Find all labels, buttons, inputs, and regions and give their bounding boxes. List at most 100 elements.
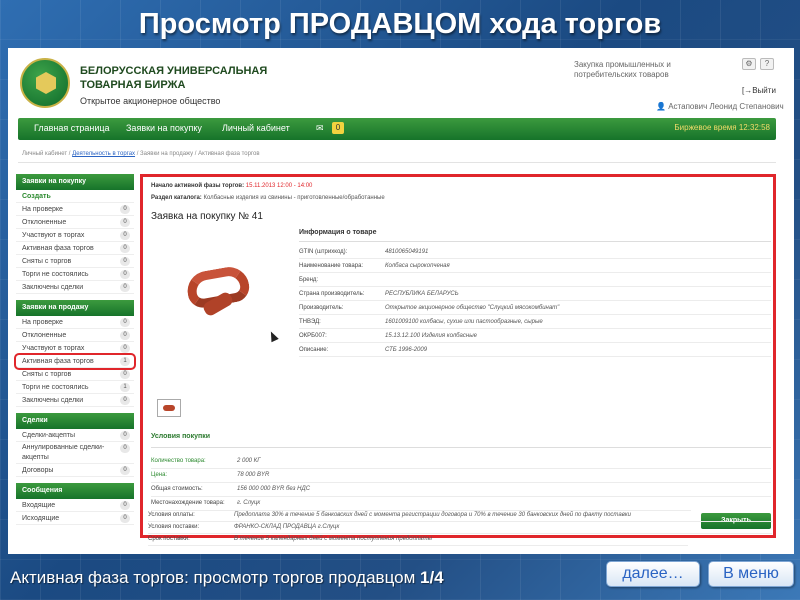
mail-icon[interactable]: ✉ xyxy=(316,123,324,134)
sidebar-item-label: Заключены сделки xyxy=(22,397,84,404)
divider xyxy=(299,241,771,242)
sidebar-heading-deals[interactable]: Сделки xyxy=(16,413,134,429)
count-badge: 0 xyxy=(120,231,130,240)
sidebar-item[interactable]: Торги не состоялись 1 xyxy=(16,381,134,394)
count-badge: 0 xyxy=(120,205,130,214)
info-row: ОКРБ007: 15.13.12.100 Изделия колбасные xyxy=(299,331,771,343)
sidebar-item-label: Исходящие xyxy=(22,515,60,522)
conditions-title: Условия покупки xyxy=(151,433,211,440)
count-badge: 0 xyxy=(120,370,130,379)
condition-key: Условия поставки: xyxy=(148,524,200,530)
phase-start-value: 15.11.2013 12:00 - 14:00 xyxy=(245,183,313,189)
sidebar-item-label: Заключены сделки xyxy=(22,284,84,291)
condition-key: Местонахождение товара: xyxy=(151,500,225,506)
info-row: Производитель: Открытое акционерное общес… xyxy=(299,303,771,315)
phase-start-label: Начало активной фазы торгов: xyxy=(151,183,245,189)
condition-row: Местонахождение товара: г. Слуцк xyxy=(151,497,691,511)
breadcrumb-part: / Заявки на продажу / Активная фаза торг… xyxy=(136,151,260,157)
count-badge: 1 xyxy=(120,383,130,392)
condition-value: 78 000 BYR xyxy=(237,472,270,478)
count-badge: 0 xyxy=(120,244,130,253)
sidebar-item-label: Сняты с торгов xyxy=(22,258,72,265)
condition-row: Срок поставки: В течение 5 календарных дн… xyxy=(148,534,688,546)
condition-key: Условия оплаты: xyxy=(148,512,195,518)
info-key: Производитель: xyxy=(299,305,344,311)
divider xyxy=(18,162,776,163)
condition-key: Общая стоимость: xyxy=(151,486,203,492)
user-name: 👤 Астапович Леонид Степанович xyxy=(656,102,784,111)
logout-link[interactable]: [→Выйти xyxy=(742,86,776,95)
sidebar-item[interactable]: Активная фаза торгов 0 xyxy=(16,242,134,255)
condition-value: 156 000 000 BYR без НДС xyxy=(237,486,311,492)
sidebar-item[interactable]: Исходящие 0 xyxy=(16,512,134,525)
count-badge: 0 xyxy=(120,283,130,292)
sidebar-item[interactable]: Заключены сделки 0 xyxy=(16,394,134,407)
sidebar-item-active-phase-selected[interactable]: Активная фаза торгов 1 xyxy=(14,353,136,370)
caption-text: Активная фаза торгов: просмотр торгов пр… xyxy=(10,568,416,587)
sidebar-heading-messages[interactable]: Сообщения xyxy=(16,483,134,499)
info-value: РЕСПУБЛИКА БЕЛАРУСЬ xyxy=(385,291,459,297)
condition-row: Условия поставки: ФРАНКО-СКЛАД ПРОДАВЦА г… xyxy=(148,522,772,534)
sidebar-item-label: На проверке xyxy=(22,206,63,213)
sidebar-item[interactable]: Отклоненные 0 xyxy=(16,216,134,229)
info-key: Наименование товара: xyxy=(299,263,364,269)
mail-count-badge: 0 xyxy=(332,122,344,134)
sidebar-item[interactable]: Отклоненные 0 xyxy=(16,329,134,342)
info-value: Открытое акционерное общество "Слуцкий м… xyxy=(385,305,560,311)
count-badge: 0 xyxy=(120,431,130,440)
nav-home[interactable]: Главная страница xyxy=(34,123,110,133)
phase-start: Начало активной фазы торгов: 15.11.2013 … xyxy=(151,183,312,189)
sidebar-item-create[interactable]: Создать xyxy=(16,190,134,203)
sidebar-item-label: Торги не состоялись xyxy=(22,271,89,278)
sidebar-item[interactable]: Участвуют в торгах 0 xyxy=(16,229,134,242)
sidebar-item-label: Участвуют в торгах xyxy=(22,345,85,352)
sidebar-item[interactable]: На проверке 0 xyxy=(16,203,134,216)
breadcrumb-link[interactable]: Деятельность в торгах xyxy=(72,151,135,157)
count-badge: 0 xyxy=(120,331,130,340)
sidebar-heading-sell[interactable]: Заявки на продажу xyxy=(16,300,134,316)
nav-buy-requests[interactable]: Заявки на покупку xyxy=(126,123,202,133)
section-link[interactable]: Закупка промышленных и потребительских т… xyxy=(574,60,684,80)
info-row: Бренд: xyxy=(299,275,771,287)
catalog-section: Раздел каталога: Колбасные изделия из св… xyxy=(151,195,385,201)
divider xyxy=(151,447,771,448)
info-key: ОКРБ007: xyxy=(299,333,327,339)
info-key: Бренд: xyxy=(299,277,319,283)
menu-button[interactable]: В меню xyxy=(708,561,794,587)
condition-key: Срок поставки: xyxy=(148,536,190,542)
info-key: GTIN (штрихкод): xyxy=(299,249,348,255)
info-value: СТБ 1996-2009 xyxy=(385,347,428,353)
sidebar-item-label: Аннулированные сделки-акцепты xyxy=(22,444,105,461)
sidebar-heading-buy[interactable]: Заявки на покупку xyxy=(16,174,134,190)
catalog-value: Колбасные изделия из свинины - приготовл… xyxy=(203,195,385,201)
count-badge: 0 xyxy=(120,514,130,523)
sidebar-item-label: Входящие xyxy=(22,502,56,509)
condition-value: г. Слуцк xyxy=(237,500,261,506)
sidebar: Заявки на покупку Создать На проверке 0 О… xyxy=(14,172,136,525)
count-badge: 0 xyxy=(120,344,130,353)
sidebar-item[interactable]: Входящие 0 xyxy=(16,499,134,512)
request-details-panel: Начало активной фазы торгов: 15.11.2013 … xyxy=(140,174,776,538)
next-button[interactable]: далее… xyxy=(606,561,700,587)
sidebar-item[interactable]: Аннулированные сделки-акцепты 0 xyxy=(16,442,134,464)
sidebar-item[interactable]: На проверке 0 xyxy=(16,316,134,329)
main-nav: Главная страница Заявки на покупку Личны… xyxy=(18,118,776,140)
sidebar-item[interactable]: Торги не состоялись 0 xyxy=(16,268,134,281)
sidebar-item-label: Активная фаза торгов xyxy=(22,245,94,252)
sidebar-item[interactable]: Сделки-акцепты 0 xyxy=(16,429,134,442)
breadcrumb-part[interactable]: Личный кабинет / xyxy=(22,151,70,157)
settings-icon[interactable]: ⚙ xyxy=(742,58,756,70)
exchange-time: Биржевое время 12:32:58 xyxy=(674,123,770,132)
sidebar-item[interactable]: Участвуют в торгах 0 xyxy=(16,342,134,355)
slide-caption: Активная фаза торгов: просмотр торгов пр… xyxy=(10,568,444,588)
nav-account[interactable]: Личный кабинет xyxy=(222,123,290,133)
help-icon[interactable]: ? xyxy=(760,58,774,70)
sidebar-item[interactable]: Сняты с торгов 0 xyxy=(16,255,134,268)
sidebar-item[interactable]: Сняты с торгов 0 xyxy=(16,368,134,381)
request-title: Заявка на покупку № 41 xyxy=(151,211,263,222)
sidebar-item[interactable]: Договоры 0 xyxy=(16,464,134,477)
conditions-extra: Условия оплаты: Предоплата 30% в течение … xyxy=(148,510,772,546)
screenshot-panel: БЕЛОРУССКАЯ УНИВЕРСАЛЬНАЯ ТОВАРНАЯ БИРЖА… xyxy=(8,48,794,554)
product-thumbnail[interactable] xyxy=(157,399,181,417)
sidebar-item[interactable]: Заключены сделки 0 xyxy=(16,281,134,294)
